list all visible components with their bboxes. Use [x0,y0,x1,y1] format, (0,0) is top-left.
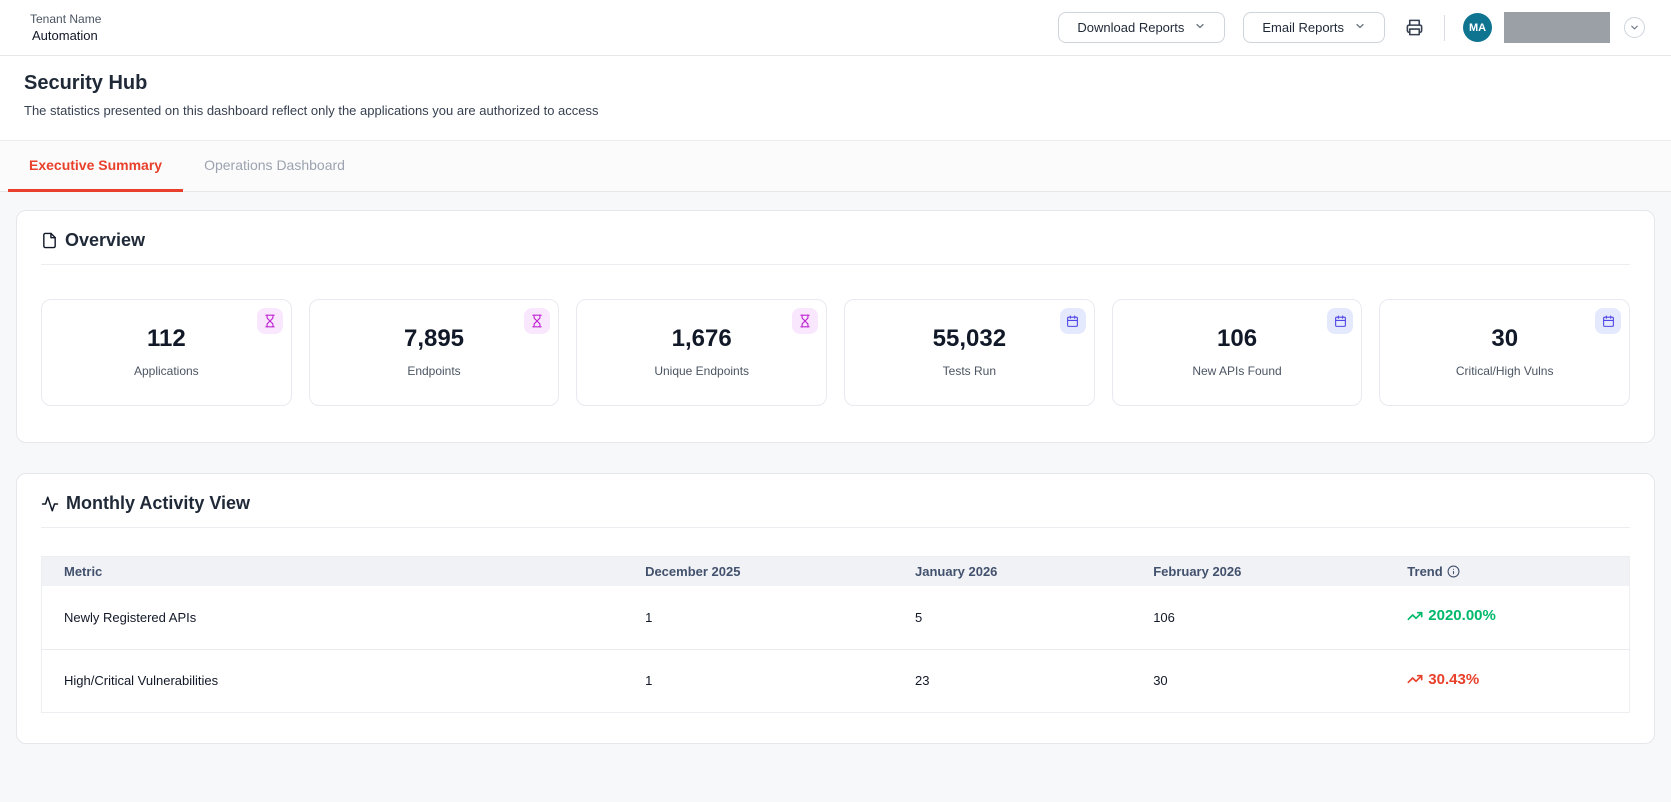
overview-card-header: Overview [41,211,1630,265]
column-header-december-2025: December 2025 [645,564,741,579]
stat-card-unique-endpoints: 1,676 Unique Endpoints [576,299,828,406]
overview-title: Overview [65,230,146,250]
stat-value: 7,895 [403,325,465,352]
info-icon[interactable] [1447,565,1460,578]
user-name-redacted [1504,12,1610,43]
december-cell: 1 [629,649,900,713]
hourglass-icon [524,308,551,334]
stat-value: 30 [1491,325,1519,352]
monthly-activity-card-header: Monthly Activity View [41,474,1630,528]
avatar[interactable]: MA [1463,13,1492,42]
security-hub-app: Tenant Name Automation Download Reports … [0,0,1671,744]
tab-label: Executive Summary [29,157,163,173]
calendar-icon [1327,308,1354,334]
tab-label: Operations Dashboard [204,157,345,173]
tenant-name-label: Tenant Name [30,12,102,26]
stat-label: Applications [133,364,199,378]
top-header-actions: Download Reports Email Reports MA [1058,12,1645,43]
hourglass-icon [256,308,283,334]
stat-card-tests-run: 55,032 Tests Run [844,299,1095,406]
trend-value: 30.43% [1428,670,1480,688]
stat-card-critical-high-vulns: 30 Critical/High Vulns [1379,299,1631,406]
download-reports-label: Download Reports [1077,20,1185,35]
february-cell: 106 [1137,586,1392,650]
tenant-info: Tenant Name Automation [30,12,101,43]
stat-card-new-apis-found: 106 New APIs Found [1111,299,1363,406]
table-row: Newly Registered APIs 1 5 106 2020.00% [41,586,1630,650]
trend-up-icon [1407,671,1423,687]
metric-cell: Newly Registered APIs [41,586,630,650]
print-icon[interactable] [1403,16,1426,39]
trend-cell: 2020.00% [1391,586,1630,650]
page-title: Security Hub [24,72,148,94]
overview-stats-row: 112 Applications 7,895 Endpoints 1,676 U… [17,265,1654,442]
column-header-metric: Metric [64,564,103,579]
download-reports-button[interactable]: Download Reports [1058,12,1226,43]
chevron-down-icon [1354,20,1366,35]
page-heading-section: Security Hub The statistics presented on… [0,56,1671,141]
email-reports-label: Email Reports [1262,20,1344,35]
february-cell: 30 [1137,649,1392,713]
stat-label: Unique Endpoints [654,364,750,378]
chevron-down-icon [1194,20,1206,35]
hourglass-icon [792,308,819,334]
stat-label: Critical/High Vulns [1455,364,1554,378]
tab-executive-summary[interactable]: Executive Summary [8,141,184,192]
january-cell: 23 [899,649,1138,713]
table-header-row: Metric December 2025 January 2026 Februa… [41,556,1630,587]
dashboard-tabs: Executive Summary Operations Dashboard [0,141,1671,192]
stat-label: Tests Run [942,364,997,378]
january-cell: 5 [899,586,1138,650]
monthly-activity-title: Monthly Activity View [66,493,251,513]
stat-value: 55,032 [932,325,1007,352]
stat-card-endpoints: 7,895 Endpoints [308,299,560,406]
trend-value: 2020.00% [1428,607,1496,624]
page-subtitle: The statistics presented on this dashboa… [24,103,599,118]
stat-card-applications: 112 Applications [41,299,292,406]
calendar-icon [1059,308,1086,334]
column-header-january-2026: January 2026 [915,564,998,579]
stat-label: New APIs Found [1192,364,1282,378]
calendar-icon [1595,308,1622,334]
monthly-activity-table: Metric December 2025 January 2026 Februa… [41,556,1630,713]
email-reports-button[interactable]: Email Reports [1243,12,1385,43]
top-header: Tenant Name Automation Download Reports … [0,0,1671,56]
column-header-trend: Trend [1391,557,1629,587]
monthly-activity-table-wrap: Metric December 2025 January 2026 Februa… [17,528,1654,743]
stat-value: 112 [146,325,186,352]
trend-up-icon [1407,608,1423,624]
tenant-name-value: Automation [32,28,98,43]
metric-cell: High/Critical Vulnerabilities [41,649,630,713]
overview-card: Overview 112 Applications 7,895 Endpoint… [16,210,1655,443]
main-content: Overview 112 Applications 7,895 Endpoint… [0,192,1671,744]
december-cell: 1 [629,586,900,650]
trend-cell: 30.43% [1391,649,1630,713]
stat-label: Endpoints [407,364,461,378]
header-divider [1444,14,1445,41]
document-icon [41,232,58,249]
table-row: High/Critical Vulnerabilities 1 23 30 30… [41,649,1630,713]
activity-icon [41,495,59,513]
column-header-february-2026: February 2026 [1153,564,1242,579]
column-header-trend-label: Trend [1407,564,1443,579]
tab-operations-dashboard[interactable]: Operations Dashboard [183,141,366,192]
profile-menu-chevron-button[interactable] [1624,17,1645,38]
stat-value: 1,676 [671,325,732,352]
stat-value: 106 [1217,325,1258,352]
monthly-activity-card: Monthly Activity View Metric December 20… [16,473,1655,744]
